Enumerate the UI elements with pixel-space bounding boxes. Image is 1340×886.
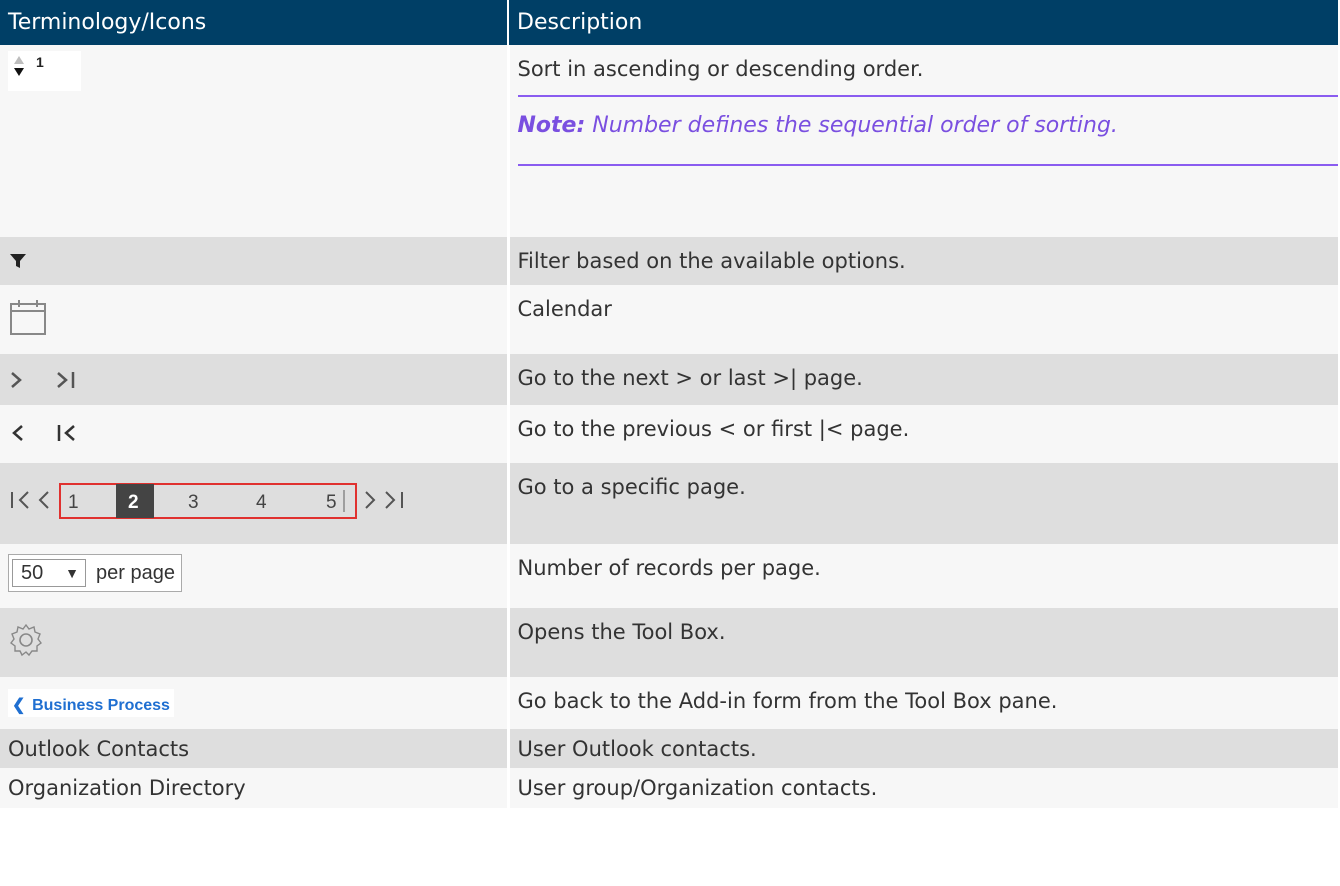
description-cell: Sort in ascending or descending order. N… (506, 45, 1338, 237)
back-link-label: Business Process (32, 697, 170, 714)
description-cell: Filter based on the available options. (506, 237, 1338, 285)
pagination-icon: 1 2 3 4 5 (11, 483, 403, 519)
description-cell: Go to a specific page. (506, 463, 1338, 544)
note: Note: Number defines the sequential orde… (517, 97, 1338, 166)
description-cell: User Outlook contacts. (506, 729, 1338, 768)
previous-first-icons (12, 425, 75, 441)
per-page-label: per page (96, 561, 175, 584)
table-row: Go to the next > or last >| page. (0, 354, 1338, 405)
description-text: Sort in ascending or descending order. (517, 45, 1338, 97)
page-1: 1 (68, 492, 79, 513)
next-icon (11, 372, 22, 388)
gear-icon (10, 623, 42, 657)
term-cell (0, 354, 508, 405)
table-row: Outlook Contacts User Outlook contacts. (0, 729, 1338, 768)
back-chevron-icon: ❮ (12, 697, 26, 714)
table-header-row: Terminology/Icons Description (0, 0, 1338, 45)
table-row: Go to the previous < or first |< page. (0, 405, 1338, 463)
term-cell: 1 (0, 45, 508, 237)
table-row: Opens the Tool Box. (0, 608, 1338, 677)
description-cell: Go to the previous < or first |< page. (506, 405, 1338, 463)
table-row: 1 2 3 4 5 Go to a specific page. (0, 463, 1338, 544)
first-icon (64, 425, 75, 441)
term-cell (0, 237, 508, 285)
term-cell (0, 608, 508, 677)
note-label: Note: (517, 113, 586, 138)
term-cell: 50 ▼ per page (0, 544, 508, 608)
note-text: Number defines the sequential order of s… (585, 113, 1118, 138)
description-cell: Number of records per page. (506, 544, 1338, 608)
page-3: 3 (188, 492, 199, 513)
term-cell: Outlook Contacts (0, 729, 508, 768)
description-cell: Go back to the Add-in form from the Tool… (506, 677, 1338, 729)
table-row: 50 ▼ per page Number of records per page… (0, 544, 1338, 608)
sort-arrows-icon: 1 (8, 51, 81, 91)
term-cell: 1 2 3 4 5 (0, 463, 508, 544)
filter-icon (10, 254, 26, 268)
per-page-value: 50 (21, 561, 44, 584)
table-row: Filter based on the available options. (0, 237, 1338, 285)
previous-icon (12, 425, 23, 441)
dropdown-arrow-icon: ▼ (65, 565, 79, 581)
table-row: 1 Sort in ascending or descending order.… (0, 45, 1338, 237)
description-cell: Go to the next > or last >| page. (506, 354, 1338, 405)
description-cell: Opens the Tool Box. (506, 608, 1338, 677)
table-row: Calendar (0, 285, 1338, 354)
header-terminology: Terminology/Icons (0, 0, 508, 45)
term-cell (0, 285, 508, 354)
last-icon (57, 372, 68, 388)
page-4: 4 (256, 492, 267, 513)
term-cell: ❮ Business Process (0, 677, 508, 729)
calendar-icon (10, 300, 46, 335)
page-5: 5 (326, 492, 337, 513)
description-cell: Calendar (506, 285, 1338, 354)
business-process-back-link: ❮ Business Process (8, 689, 174, 717)
per-page-select: 50 ▼ per page (8, 554, 182, 592)
term-cell (0, 405, 508, 463)
header-description: Description (507, 0, 1338, 45)
sort-number: 1 (36, 54, 44, 70)
term-cell: Organization Directory (0, 768, 508, 808)
table-row: Organization Directory User group/Organi… (0, 768, 1338, 808)
description-cell: User group/Organization contacts. (506, 768, 1338, 808)
next-last-icons (11, 372, 75, 388)
terminology-table: Terminology/Icons Description 1 Sort in … (0, 0, 1338, 808)
page-2: 2 (128, 492, 139, 513)
table-row: ❮ Business Process Go back to the Add-in… (0, 677, 1338, 729)
